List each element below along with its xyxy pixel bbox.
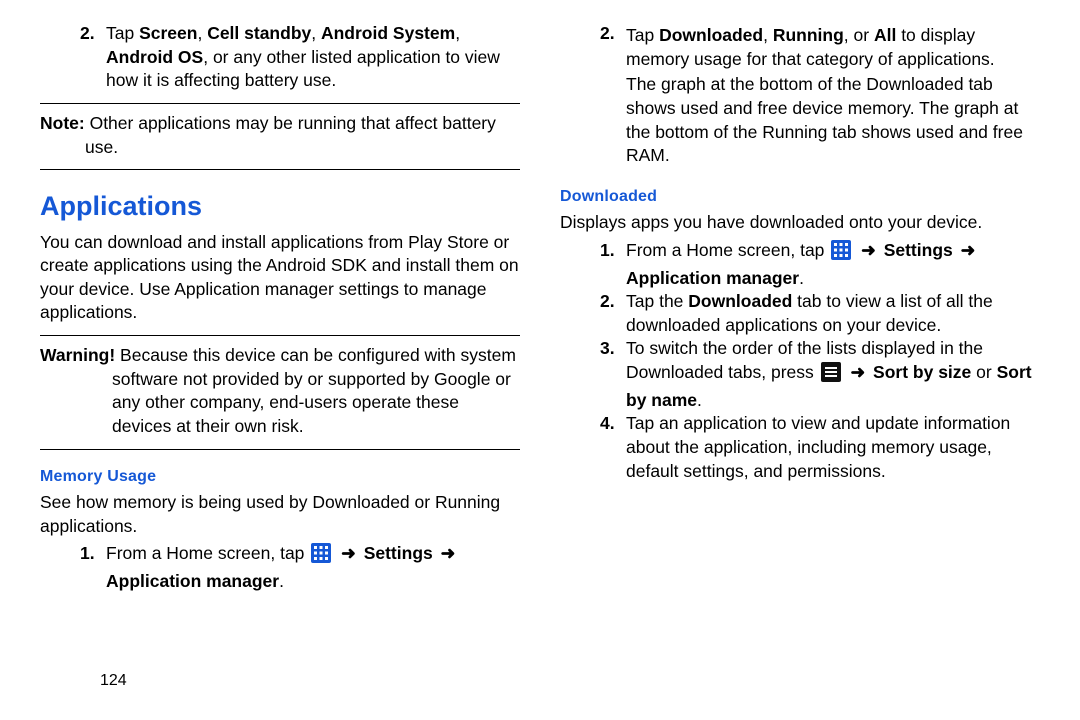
divider bbox=[40, 449, 520, 450]
divider bbox=[40, 335, 520, 336]
subheading-memory-usage: Memory Usage bbox=[40, 466, 520, 488]
step-body: Tap the Downloaded tab to view a list of… bbox=[626, 290, 1040, 337]
text: , bbox=[311, 23, 321, 43]
text: . bbox=[799, 268, 804, 288]
warning-label: Warning! bbox=[40, 345, 115, 365]
apps-grid-icon bbox=[311, 543, 331, 570]
arrow-icon: ➜ bbox=[861, 240, 876, 260]
step-body: From a Home screen, tap ➜ Settings ➜ App… bbox=[106, 542, 520, 593]
text: . bbox=[279, 571, 284, 591]
list-number: 2. bbox=[600, 290, 626, 337]
bold-text: Downloaded bbox=[688, 291, 792, 311]
downloaded-intro: Displays apps you have downloaded onto y… bbox=[560, 211, 1040, 235]
manual-page: 2. Tap Screen, Cell standby, Android Sys… bbox=[0, 0, 1080, 720]
step-body: To switch the order of the lists display… bbox=[626, 337, 1040, 412]
bold-text: All bbox=[874, 25, 896, 45]
downloaded-step-1: 1. From a Home screen, tap ➜ Settings ➜ … bbox=[600, 239, 1040, 290]
list-number: 1. bbox=[80, 542, 106, 593]
text: Tap bbox=[106, 23, 139, 43]
arrow-icon: ➜ bbox=[341, 543, 356, 563]
text: or bbox=[971, 362, 996, 382]
list-number: 1. bbox=[600, 239, 626, 290]
warning-block: Warning! Because this device can be conf… bbox=[40, 344, 520, 439]
downloaded-step-4: 4. Tap an application to view and update… bbox=[600, 412, 1040, 483]
applications-intro: You can download and install application… bbox=[40, 231, 520, 326]
text: , bbox=[455, 23, 460, 43]
page-number: 124 bbox=[100, 670, 127, 692]
step-body: From a Home screen, tap ➜ Settings ➜ App… bbox=[626, 239, 1040, 290]
text: , bbox=[197, 23, 207, 43]
list-number: 2. bbox=[80, 22, 106, 93]
text: , or bbox=[844, 25, 874, 45]
arrow-icon: ➜ bbox=[851, 362, 866, 382]
text: Tap the bbox=[626, 291, 688, 311]
text: , bbox=[763, 25, 773, 45]
memory-step-2: 2. Tap Downloaded, Running, or All to di… bbox=[600, 22, 1040, 170]
battery-step-2: 2. Tap Screen, Cell standby, Android Sys… bbox=[80, 22, 520, 93]
bold-text: Application manager bbox=[626, 268, 799, 288]
bold-text: Application manager bbox=[106, 571, 279, 591]
divider bbox=[40, 169, 520, 170]
list-number: 2. bbox=[600, 22, 626, 170]
text: From a Home screen, tap bbox=[106, 543, 309, 563]
subheading-downloaded: Downloaded bbox=[560, 186, 1040, 208]
text: Tap bbox=[626, 25, 659, 45]
list-number: 3. bbox=[600, 337, 626, 412]
text: . bbox=[697, 390, 702, 410]
bold-text: Screen bbox=[139, 23, 197, 43]
right-column: 2. Tap Downloaded, Running, or All to di… bbox=[560, 22, 1040, 710]
bold-text: Downloaded bbox=[659, 25, 763, 45]
text: The graph at the bottom of the Downloade… bbox=[626, 73, 1040, 168]
step-body: Tap an application to view and update in… bbox=[626, 412, 1040, 483]
apps-grid-icon bbox=[831, 240, 851, 267]
downloaded-step-3: 3. To switch the order of the lists disp… bbox=[600, 337, 1040, 412]
divider bbox=[40, 103, 520, 104]
bold-text: Android System bbox=[321, 23, 455, 43]
downloaded-step-2: 2. Tap the Downloaded tab to view a list… bbox=[600, 290, 1040, 337]
text: From a Home screen, tap bbox=[626, 240, 829, 260]
memory-step-1: 1. From a Home screen, tap ➜ Settings ➜ … bbox=[80, 542, 520, 593]
arrow-icon: ➜ bbox=[961, 240, 976, 260]
bold-text: Sort by size bbox=[873, 362, 971, 382]
left-column: 2. Tap Screen, Cell standby, Android Sys… bbox=[40, 22, 520, 710]
bold-text: Settings bbox=[364, 543, 433, 563]
list-number: 4. bbox=[600, 412, 626, 483]
memory-usage-intro: See how memory is being used by Download… bbox=[40, 491, 520, 538]
bold-text: Settings bbox=[884, 240, 953, 260]
note-text: Other applications may be running that a… bbox=[85, 113, 496, 157]
section-heading-applications: Applications bbox=[40, 188, 520, 224]
note-label: Note: bbox=[40, 113, 85, 133]
note-block: Note: Other applications may be running … bbox=[40, 112, 520, 159]
step-body: Tap Screen, Cell standby, Android System… bbox=[106, 22, 520, 93]
bold-text: Cell standby bbox=[207, 23, 311, 43]
bold-text: Running bbox=[773, 25, 844, 45]
arrow-icon: ➜ bbox=[441, 543, 456, 563]
menu-icon bbox=[821, 362, 841, 389]
bold-text: Android OS bbox=[106, 47, 203, 67]
warning-text: Because this device can be configured wi… bbox=[112, 345, 516, 436]
step-body: Tap Downloaded, Running, or All to displ… bbox=[626, 22, 1040, 170]
